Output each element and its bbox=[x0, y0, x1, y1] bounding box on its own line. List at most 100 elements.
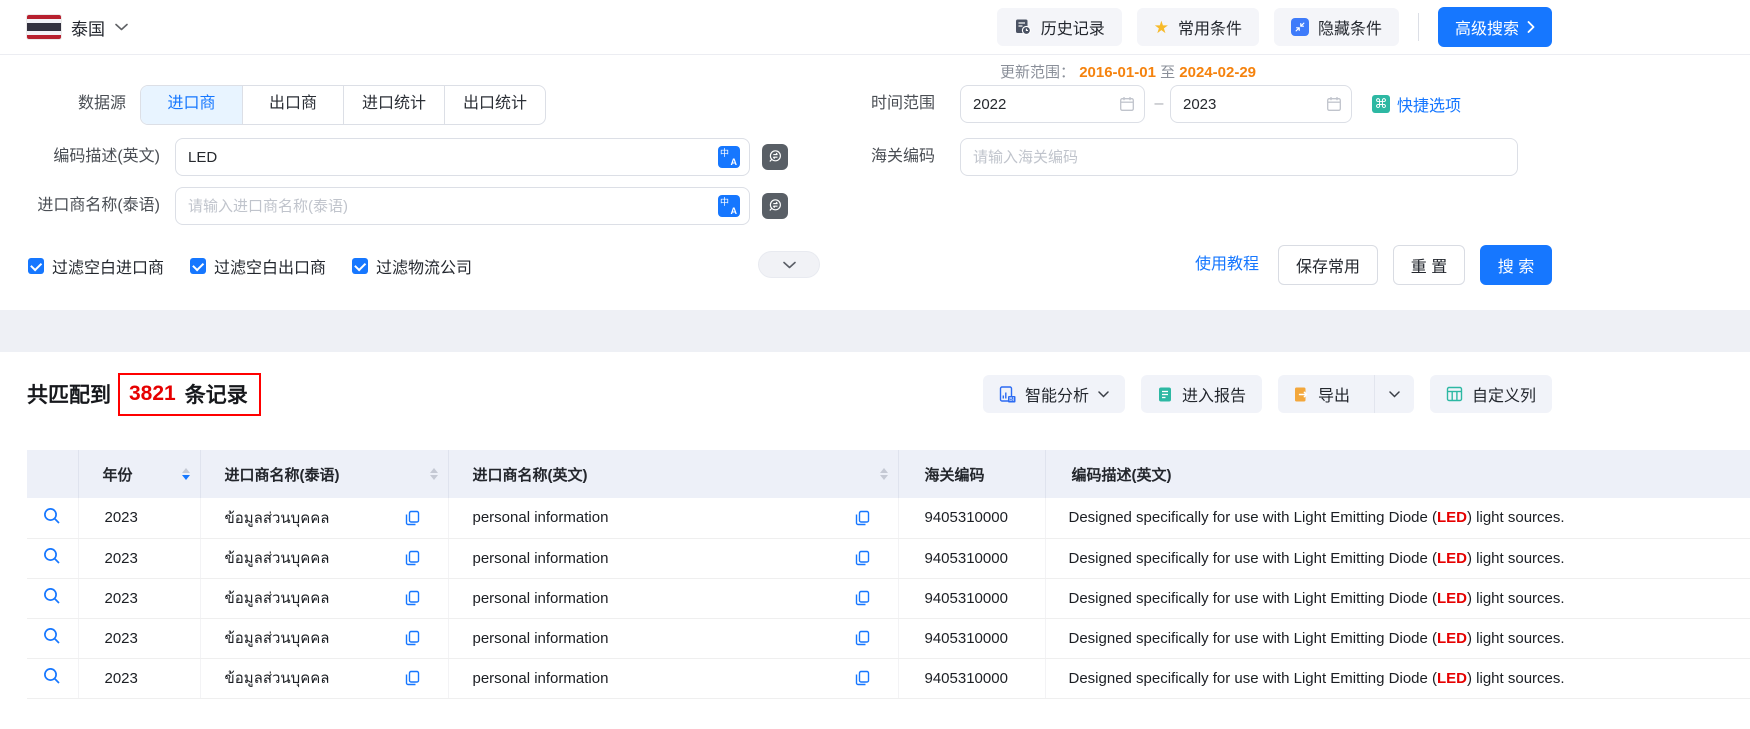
view-detail-search-icon[interactable] bbox=[43, 587, 61, 605]
view-detail-search-icon[interactable] bbox=[43, 627, 61, 645]
history-icon bbox=[1014, 18, 1032, 36]
search-button[interactable]: 搜 索 bbox=[1480, 245, 1552, 285]
copy-icon[interactable] bbox=[855, 630, 870, 646]
copy-icon[interactable] bbox=[405, 670, 420, 686]
save-favorite-button[interactable]: 保存常用 bbox=[1278, 245, 1378, 285]
tab-importer[interactable]: 进口商 bbox=[141, 86, 242, 124]
hs-code-input[interactable] bbox=[973, 149, 1508, 166]
cell-code-desc: Designed specifically for use with Light… bbox=[1045, 538, 1750, 578]
smart-analysis-button[interactable]: BI 智能分析 bbox=[983, 375, 1125, 413]
desc-highlight: LED bbox=[1437, 630, 1467, 647]
header-importer-en[interactable]: 进口商名称(英文) bbox=[448, 450, 898, 498]
tab-exporter[interactable]: 出口商 bbox=[242, 86, 343, 124]
tutorial-link[interactable]: 使用教程 bbox=[1195, 245, 1259, 285]
copy-icon[interactable] bbox=[405, 590, 420, 606]
collapse-panel-button[interactable] bbox=[758, 251, 820, 278]
cell-hs-code: 9405310000 bbox=[925, 509, 1008, 526]
year-from-input[interactable] bbox=[973, 96, 1119, 113]
code-desc-input[interactable] bbox=[188, 149, 718, 166]
hs-code-label: 海关编码 bbox=[795, 138, 935, 176]
header-year-label: 年份 bbox=[103, 464, 133, 485]
table-body: 2023 ข้อมูลส่วนบุคคล personal informatio… bbox=[27, 498, 1750, 698]
results-header: 共匹配到 3821 条记录 BI 智能分析 进入报告 导出 bbox=[27, 368, 1750, 420]
header-importer-th-label: 进口商名称(泰语) bbox=[225, 464, 340, 485]
quick-options-link[interactable]: ⌘ 快捷选项 bbox=[1372, 85, 1461, 123]
update-range-to: 至 bbox=[1160, 64, 1175, 81]
chevron-down-icon bbox=[1098, 391, 1109, 398]
checkbox-filter-logistics[interactable]: 过滤物流公司 bbox=[352, 254, 472, 278]
update-range: 更新范围： 2016-01-01 至 2024-02-29 bbox=[1000, 61, 1256, 82]
tab-import-stats[interactable]: 进口统计 bbox=[343, 86, 444, 124]
exact-match-button[interactable] bbox=[762, 193, 788, 219]
enter-report-button[interactable]: 进入报告 bbox=[1141, 375, 1262, 413]
count-number: 3821 bbox=[129, 382, 176, 406]
translate-icon[interactable]: 中A bbox=[718, 195, 740, 217]
header-importer-th[interactable]: 进口商名称(泰语) bbox=[200, 450, 448, 498]
hide-conditions-button[interactable]: 隐藏条件 bbox=[1274, 8, 1399, 46]
cell-importer-thai: ข้อมูลส่วนบุคคล bbox=[225, 626, 330, 650]
cell-importer-english: personal information bbox=[473, 550, 609, 567]
country-selector[interactable]: 泰国 bbox=[27, 15, 128, 40]
copy-icon[interactable] bbox=[405, 510, 420, 526]
importer-name-input[interactable] bbox=[188, 198, 718, 215]
checkbox-filter-blank-exporter[interactable]: 过滤空白出口商 bbox=[190, 254, 326, 278]
table-row: 2023 ข้อมูลส่วนบุคคล personal informatio… bbox=[27, 578, 1750, 618]
command-icon: ⌘ bbox=[1372, 95, 1390, 113]
view-detail-search-icon[interactable] bbox=[43, 507, 61, 525]
sort-icon[interactable] bbox=[182, 468, 190, 480]
copy-icon[interactable] bbox=[855, 550, 870, 566]
quick-options-label: 快捷选项 bbox=[1397, 92, 1461, 116]
count-prefix: 共匹配到 bbox=[27, 379, 111, 409]
cell-hs-code: 9405310000 bbox=[925, 630, 1008, 647]
reset-button[interactable]: 重 置 bbox=[1393, 245, 1465, 285]
importer-name-field: 中A bbox=[175, 187, 750, 225]
copy-icon[interactable] bbox=[855, 670, 870, 686]
export-button[interactable]: 导出 bbox=[1278, 375, 1365, 413]
chevron-right-icon bbox=[1527, 21, 1535, 33]
checkbox-label: 过滤空白进口商 bbox=[52, 254, 164, 278]
header-code-desc: 编码描述(英文) bbox=[1045, 450, 1750, 498]
cell-year: 2023 bbox=[105, 509, 138, 526]
cell-importer-english: personal information bbox=[473, 590, 609, 607]
copy-icon[interactable] bbox=[855, 590, 870, 606]
view-detail-search-icon[interactable] bbox=[43, 667, 61, 685]
copy-icon[interactable] bbox=[855, 510, 870, 526]
country-label: 泰国 bbox=[71, 15, 105, 40]
update-range-start: 2016-01-01 bbox=[1079, 64, 1156, 81]
checkbox-filter-blank-importer[interactable]: 过滤空白进口商 bbox=[28, 254, 164, 278]
exact-match-button[interactable] bbox=[762, 144, 788, 170]
copy-icon[interactable] bbox=[405, 550, 420, 566]
favorites-button[interactable]: ★ 常用条件 bbox=[1137, 8, 1259, 46]
advanced-search-button[interactable]: 高级搜索 bbox=[1438, 7, 1552, 47]
year-to-input[interactable] bbox=[1183, 96, 1326, 113]
topbar: 泰国 历史记录 ★ 常用条件 隐藏条件 高级搜索 bbox=[0, 0, 1750, 55]
bi-chart-icon: BI bbox=[999, 386, 1016, 403]
custom-columns-button[interactable]: 自定义列 bbox=[1430, 375, 1552, 413]
table-row: 2023 ข้อมูลส่วนบุคคล personal informatio… bbox=[27, 618, 1750, 658]
translate-icon[interactable]: 中A bbox=[718, 146, 740, 168]
header-hs-code: 海关编码 bbox=[898, 450, 1045, 498]
advanced-search-label: 高级搜索 bbox=[1455, 15, 1519, 39]
sort-icon[interactable] bbox=[430, 468, 438, 480]
header-year[interactable]: 年份 bbox=[78, 450, 200, 498]
data-source-tabs: 进口商 出口商 进口统计 出口统计 bbox=[140, 85, 546, 125]
calendar-icon[interactable] bbox=[1326, 96, 1342, 112]
export-file-icon bbox=[1293, 386, 1309, 403]
export-dropdown-button[interactable] bbox=[1374, 375, 1414, 413]
cell-year: 2023 bbox=[105, 670, 138, 687]
history-button[interactable]: 历史记录 bbox=[997, 8, 1122, 46]
annotation-highlight-box: 3821 条记录 bbox=[118, 373, 261, 416]
desc-highlight: LED bbox=[1437, 509, 1467, 526]
results-panel: 共匹配到 3821 条记录 BI 智能分析 进入报告 导出 bbox=[0, 352, 1750, 729]
update-range-end: 2024-02-29 bbox=[1179, 64, 1256, 81]
calendar-icon[interactable] bbox=[1119, 96, 1135, 112]
enter-report-label: 进入报告 bbox=[1182, 382, 1246, 406]
checkbox-checked-icon bbox=[190, 258, 206, 274]
tab-export-stats[interactable]: 出口统计 bbox=[444, 86, 545, 124]
report-notebook-icon bbox=[1157, 386, 1173, 403]
cell-importer-thai: ข้อมูลส่วนบุคคล bbox=[225, 666, 330, 690]
copy-icon[interactable] bbox=[405, 630, 420, 646]
view-detail-search-icon[interactable] bbox=[43, 547, 61, 565]
desc-highlight: LED bbox=[1437, 670, 1467, 687]
sort-icon[interactable] bbox=[880, 468, 888, 480]
